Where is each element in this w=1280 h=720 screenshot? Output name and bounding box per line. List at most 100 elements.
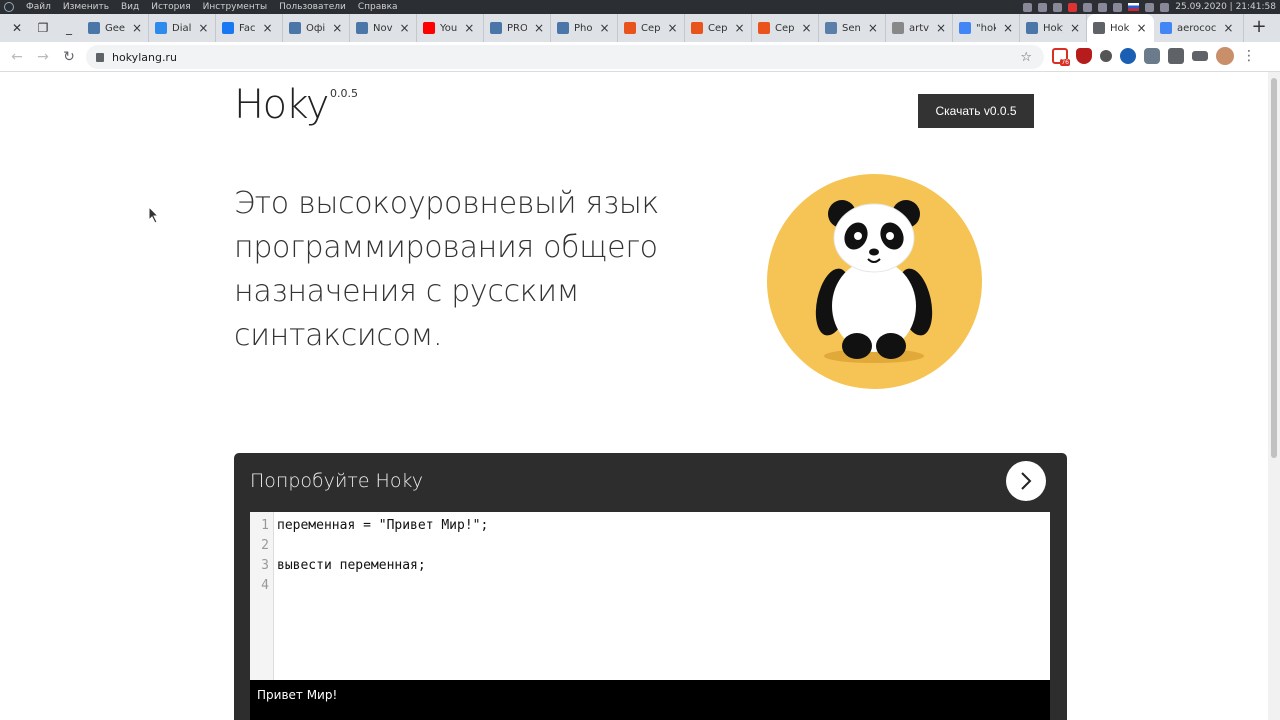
- tray-icon[interactable]: [1083, 2, 1093, 12]
- code-editor[interactable]: 1 2 3 4 переменная = "Привет Мир!"; выве…: [250, 512, 1050, 680]
- vk-icon: [88, 22, 100, 34]
- tray-icon[interactable]: [1023, 2, 1033, 12]
- tab[interactable]: Сер ×: [685, 14, 752, 42]
- close-tab-icon[interactable]: ×: [1003, 21, 1013, 35]
- tab[interactable]: Fac ×: [216, 14, 283, 42]
- os-menu-file[interactable]: Файл: [26, 2, 51, 12]
- tab[interactable]: Gee ×: [82, 14, 149, 42]
- reload-icon[interactable]: ↻: [56, 49, 82, 65]
- line-number-gutter: 1 2 3 4: [250, 512, 274, 680]
- restore-window-icon[interactable]: ❐: [30, 21, 56, 35]
- os-menu-help[interactable]: Справка: [358, 2, 398, 12]
- puzzle-extensions-icon[interactable]: [1168, 48, 1184, 64]
- os-menu-history[interactable]: История: [151, 2, 190, 12]
- tray-icon[interactable]: [1113, 2, 1123, 12]
- os-logo-icon[interactable]: [4, 2, 14, 12]
- tab[interactable]: Сер ×: [752, 14, 819, 42]
- extension-icon[interactable]: [1100, 50, 1112, 62]
- close-tab-icon[interactable]: ×: [262, 21, 272, 35]
- site-logo[interactable]: Hoky: [234, 82, 329, 128]
- tray-icon[interactable]: [1053, 2, 1063, 12]
- playlist-icon[interactable]: [1192, 51, 1208, 61]
- facebook-icon: [222, 22, 234, 34]
- hero-line: назначения с русским: [234, 274, 580, 309]
- tab[interactable]: PRO ×: [484, 14, 551, 42]
- tray-icon[interactable]: [1145, 2, 1155, 12]
- close-tab-icon[interactable]: ×: [734, 21, 744, 35]
- back-icon[interactable]: ←: [4, 49, 30, 65]
- tab[interactable]: Сер ×: [618, 14, 685, 42]
- tab[interactable]: Dial ×: [149, 14, 216, 42]
- scrollbar-thumb[interactable]: [1271, 78, 1277, 458]
- close-tab-icon[interactable]: ×: [801, 21, 811, 35]
- close-tab-icon[interactable]: ×: [1070, 21, 1080, 35]
- run-button[interactable]: [1006, 461, 1046, 501]
- gmail-extension-icon[interactable]: 76: [1052, 48, 1070, 66]
- close-tab-icon[interactable]: ×: [936, 21, 946, 35]
- lock-icon[interactable]: [96, 52, 104, 62]
- tab[interactable]: Pho ×: [551, 14, 618, 42]
- keyboard-layout-flag-icon[interactable]: [1128, 3, 1140, 11]
- tab-label: "hoky" я: [976, 22, 996, 34]
- download-extension-icon[interactable]: [1120, 48, 1136, 64]
- tab[interactable]: Офі ×: [283, 14, 350, 42]
- browser-tab-strip: ✕ ❐ _ Gee × Dial × Fac × Офі × Nov × You × PRO × Pho × С…: [0, 14, 1280, 42]
- tab[interactable]: artvid.r ×: [886, 14, 953, 42]
- new-tab-button[interactable]: +: [1244, 14, 1274, 42]
- wifi-icon[interactable]: [1160, 2, 1170, 12]
- forward-icon[interactable]: →: [30, 49, 56, 65]
- tray-icon[interactable]: [1068, 2, 1078, 12]
- close-tab-icon[interactable]: ×: [400, 21, 410, 35]
- chat-icon: [155, 22, 167, 34]
- os-menu-tools[interactable]: Инструменты: [203, 2, 267, 12]
- vk-icon: [356, 22, 368, 34]
- os-menu-view[interactable]: Вид: [121, 2, 139, 12]
- tab[interactable]: aerococ ×: [1154, 14, 1244, 42]
- extension-icon[interactable]: [1144, 48, 1160, 64]
- close-tab-icon[interactable]: ×: [1223, 21, 1233, 35]
- page-scrollbar[interactable]: [1268, 72, 1280, 720]
- os-clock[interactable]: 25.09.2020 | 21:41:58: [1175, 2, 1276, 12]
- chevron-right-icon: [1021, 472, 1032, 490]
- tab[interactable]: Sen ×: [819, 14, 886, 42]
- tab[interactable]: "hoky" я ×: [953, 14, 1020, 42]
- ublock-extension-icon[interactable]: [1076, 48, 1092, 64]
- os-menu-users[interactable]: Пользователи: [279, 2, 346, 12]
- close-tab-icon[interactable]: ×: [534, 21, 544, 35]
- code-line[interactable]: [277, 578, 488, 598]
- minimize-window-icon[interactable]: _: [56, 21, 82, 35]
- close-tab-icon[interactable]: ×: [332, 21, 342, 35]
- tab[interactable]: Hok ×: [1087, 14, 1154, 42]
- os-menu-edit[interactable]: Изменить: [63, 2, 109, 12]
- tab[interactable]: Nov ×: [350, 14, 417, 42]
- tray-icon[interactable]: [1038, 2, 1048, 12]
- close-tab-icon[interactable]: ×: [667, 21, 677, 35]
- close-tab-icon[interactable]: ×: [600, 21, 610, 35]
- download-button[interactable]: Скачать v0.0.5: [918, 94, 1034, 128]
- close-tab-icon[interactable]: ×: [868, 21, 878, 35]
- line-number: 3: [261, 558, 269, 573]
- close-tab-icon[interactable]: ×: [464, 21, 474, 35]
- tray-icon[interactable]: [1098, 2, 1108, 12]
- close-tab-icon[interactable]: ×: [1136, 21, 1146, 35]
- browser-toolbar: ← → ↻ hokylang.ru ☆ 76 ⋮: [0, 42, 1280, 72]
- tab[interactable]: You ×: [417, 14, 484, 42]
- bookmark-star-icon[interactable]: ☆: [1020, 50, 1032, 65]
- brand-icon: [691, 22, 703, 34]
- code-line[interactable]: вывести переменная;: [277, 558, 488, 578]
- close-tab-icon[interactable]: ×: [132, 21, 142, 35]
- panda-mascot-icon: [767, 174, 982, 389]
- close-window-icon[interactable]: ✕: [4, 21, 30, 35]
- tab[interactable]: Hoky (P ×: [1020, 14, 1087, 42]
- address-bar[interactable]: hokylang.ru ☆: [86, 45, 1044, 69]
- code-line[interactable]: [277, 538, 488, 558]
- tab-label: Fac: [239, 22, 256, 34]
- close-tab-icon[interactable]: ×: [198, 21, 208, 35]
- profile-avatar[interactable]: [1216, 47, 1234, 65]
- more-menu-icon[interactable]: ⋮: [1242, 48, 1256, 64]
- try-panel: Попробуйте Hoky 1 2 3 4 переменная = "Пр…: [234, 453, 1067, 720]
- tab-label: Sen: [842, 22, 861, 34]
- url-text[interactable]: hokylang.ru: [112, 51, 177, 64]
- code-line[interactable]: переменная = "Привет Мир!";: [277, 518, 488, 538]
- code-content[interactable]: переменная = "Привет Мир!"; вывести пере…: [274, 512, 488, 680]
